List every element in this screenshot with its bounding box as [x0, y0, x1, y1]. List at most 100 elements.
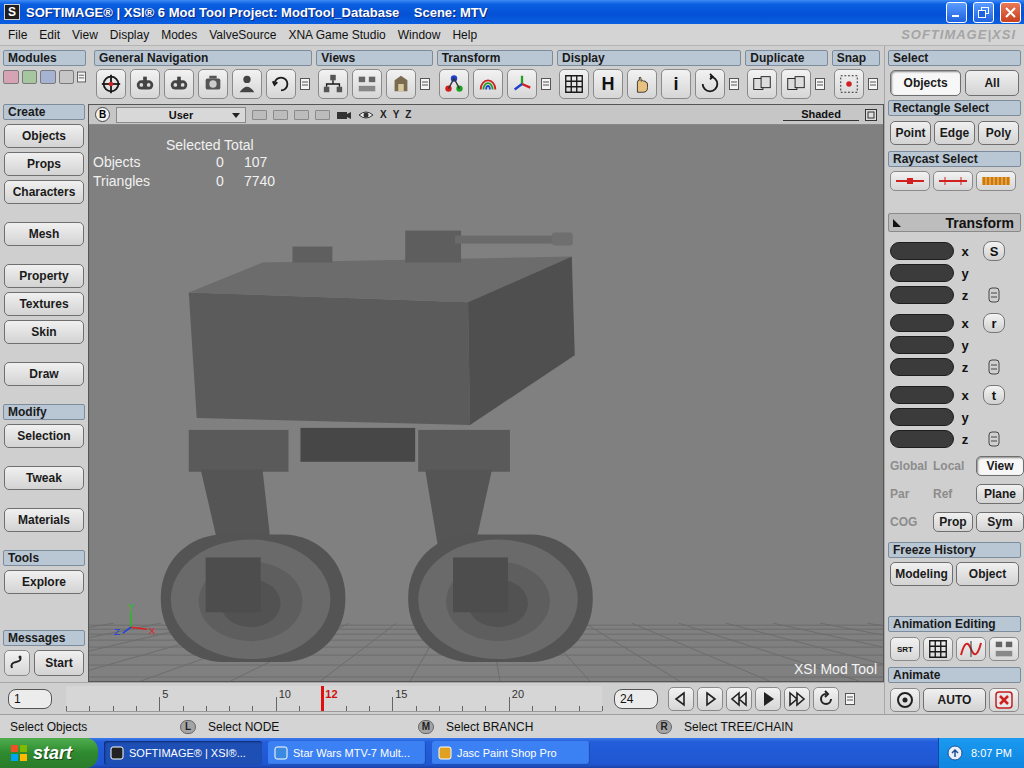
clock[interactable]: 8:07 PM — [971, 747, 1012, 759]
transform-field[interactable] — [890, 242, 954, 260]
transform-field[interactable] — [890, 430, 954, 448]
viewport-badge[interactable]: B — [95, 107, 110, 122]
taskbar-task[interactable]: Star Wars MTV-7 Mult... — [268, 741, 426, 765]
transform-field[interactable] — [890, 286, 954, 304]
playback-button[interactable] — [668, 687, 694, 711]
axis-toggle[interactable]: Y — [393, 109, 400, 120]
walker-model[interactable] — [161, 231, 593, 662]
menu-page-icon[interactable] — [420, 78, 430, 90]
restore-button[interactable] — [973, 2, 994, 23]
playback-button[interactable] — [813, 687, 839, 711]
menu-page-icon[interactable] — [541, 78, 551, 90]
remove-key-button[interactable] — [989, 688, 1019, 712]
camera-icon[interactable] — [336, 109, 352, 121]
axis-toggle[interactable]: Z — [405, 109, 411, 120]
freeze-button[interactable]: Modeling — [890, 562, 953, 586]
module-button[interactable] — [59, 70, 75, 84]
toolbar-button[interactable] — [164, 69, 194, 99]
toolbar-button[interactable] — [695, 69, 725, 99]
panel-button[interactable]: Textures — [4, 292, 84, 316]
transform-key-button[interactable]: r — [983, 313, 1005, 333]
start-button[interactable]: Start — [34, 650, 84, 676]
transform-header[interactable]: Transform — [888, 213, 1021, 232]
menu-item[interactable]: File — [2, 28, 33, 42]
panel-button[interactable]: Skin — [4, 320, 84, 344]
menu-item[interactable]: Modes — [155, 28, 203, 42]
transform-field[interactable] — [890, 336, 954, 354]
taskbar-task[interactable]: SOFTIMAGE® | XSI®... — [104, 741, 262, 765]
eye-icon[interactable] — [358, 109, 374, 121]
start-frame-field[interactable]: 1 — [8, 689, 52, 709]
toolbar-button[interactable] — [130, 69, 160, 99]
current-frame-marker[interactable] — [321, 686, 324, 711]
title-bar[interactable]: SSOFTIMAGE® | XSI® 6 Mod Tool Project: M… — [0, 0, 1024, 24]
time-ruler[interactable]: 510152012 — [66, 686, 602, 712]
panel-button[interactable]: Selection — [4, 424, 84, 448]
transform-field[interactable] — [890, 408, 954, 426]
viewport-canvas[interactable]: YXZSelected TotalObjects0107Triangles077… — [89, 125, 883, 681]
panel-button[interactable]: Characters — [4, 180, 84, 204]
panel-button[interactable]: Objects — [4, 124, 84, 148]
view-toggle[interactable] — [252, 110, 267, 120]
auto-key-button[interactable]: AUTO — [923, 688, 986, 712]
toolbar-button[interactable] — [352, 69, 382, 99]
reference-button[interactable]: Prop — [933, 512, 973, 532]
playback-button[interactable] — [697, 687, 723, 711]
menu-item[interactable]: ValveSource — [203, 28, 282, 42]
menu-page-icon[interactable] — [729, 78, 739, 90]
script-button[interactable] — [4, 650, 30, 676]
toolbar-button[interactable]: i — [661, 69, 691, 99]
toolbar-button[interactable] — [473, 69, 503, 99]
menu-page-icon[interactable] — [300, 78, 310, 90]
select-mode-button[interactable]: Objects — [890, 70, 961, 96]
toolbar-button[interactable] — [439, 69, 469, 99]
raycast-button[interactable] — [933, 171, 973, 191]
panel-button[interactable]: Materials — [4, 508, 84, 532]
display-mode-select[interactable]: Shaded — [783, 108, 859, 121]
toolbar-button[interactable] — [318, 69, 348, 99]
reference-button[interactable]: Sym — [976, 512, 1024, 532]
select-mode-button[interactable]: All — [965, 70, 1019, 96]
layers-button[interactable] — [989, 637, 1019, 661]
toolbar-button[interactable] — [559, 69, 589, 99]
transform-field[interactable] — [890, 264, 954, 282]
toolbar-button[interactable] — [232, 69, 262, 99]
tray-icon[interactable] — [947, 745, 963, 761]
menu-page-icon[interactable] — [868, 78, 878, 90]
close-button[interactable] — [1000, 2, 1021, 23]
reference-button[interactable]: View — [976, 456, 1024, 476]
module-button[interactable] — [40, 70, 56, 84]
lock-slot-icon[interactable] — [988, 287, 1000, 303]
lock-slot-icon[interactable] — [988, 359, 1000, 375]
panel-button[interactable]: Tweak — [4, 466, 84, 490]
transform-field[interactable] — [890, 386, 954, 404]
raycast-button[interactable] — [976, 171, 1016, 191]
panel-button[interactable]: Draw — [4, 362, 84, 386]
panel-button[interactable]: Explore — [4, 570, 84, 594]
transform-key-button[interactable]: t — [983, 385, 1005, 405]
menu-item[interactable]: Edit — [33, 28, 66, 42]
transform-field[interactable] — [890, 358, 954, 376]
axis-toggle[interactable]: X — [380, 109, 387, 120]
toolbar-button[interactable] — [507, 69, 537, 99]
view-toggle[interactable] — [273, 110, 288, 120]
lock-slot-icon[interactable] — [988, 431, 1000, 447]
menu-item[interactable]: Help — [446, 28, 483, 42]
raycast-button[interactable] — [890, 171, 930, 191]
key-button[interactable] — [890, 688, 920, 712]
component-button[interactable]: Edge — [934, 121, 975, 145]
toolbar-button[interactable] — [781, 69, 811, 99]
view-toggle[interactable] — [315, 110, 330, 120]
freeze-button[interactable]: Object — [956, 562, 1019, 586]
panel-button[interactable]: Property — [4, 264, 84, 288]
toolbar-button[interactable] — [266, 69, 296, 99]
reference-button[interactable]: Plane — [976, 484, 1024, 504]
toolbar-button[interactable] — [386, 69, 416, 99]
maximize-view-icon[interactable] — [865, 109, 877, 121]
playback-button[interactable] — [784, 687, 810, 711]
start-button[interactable]: start — [0, 738, 98, 768]
module-button[interactable] — [22, 70, 38, 84]
toolbar-button[interactable] — [198, 69, 228, 99]
component-button[interactable]: Point — [890, 121, 931, 145]
view-toggle[interactable] — [294, 110, 309, 120]
